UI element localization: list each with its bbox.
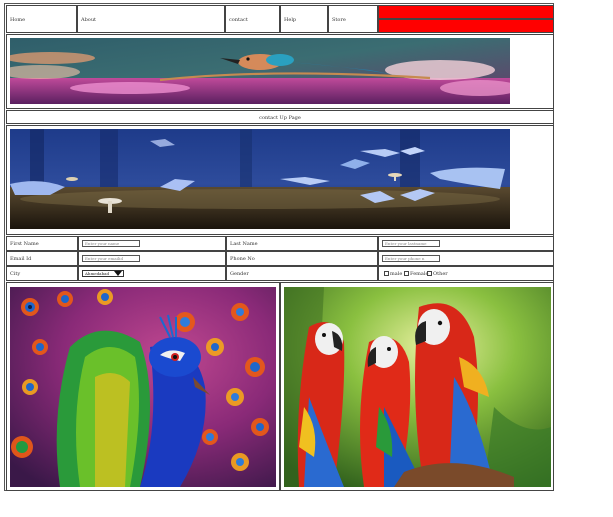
email-label: Email Id — [10, 256, 32, 262]
checkbox-icon[interactable] — [404, 271, 409, 276]
gender-label: Gender — [230, 271, 249, 277]
banner-1 — [6, 34, 554, 109]
email-label-cell: Email Id — [6, 251, 78, 266]
bird-banner-image — [10, 38, 510, 104]
nav-accent-block-top — [378, 5, 554, 19]
phone-label-cell: Phone No — [226, 251, 378, 266]
gender-label-cell: Gender — [226, 266, 378, 281]
last-name-input-cell: Enter your lastname — [378, 236, 554, 251]
last-name-input[interactable]: Enter your lastname — [382, 240, 440, 247]
city-select-cell: Ahmedabad — [78, 266, 226, 281]
email-input[interactable]: Enter your emailid — [82, 255, 140, 262]
page-frame: Home About contact Help Store contact Up… — [4, 3, 554, 491]
nav-item-help[interactable]: Help — [280, 5, 328, 33]
gallery-left-cell — [6, 282, 280, 491]
first-name-input-cell: Enter your name — [78, 236, 226, 251]
gender-option-label: male — [390, 271, 403, 277]
gender-options-cell: male Female Other — [378, 266, 554, 281]
forest-banner-image — [10, 129, 510, 229]
banner-2 — [6, 125, 554, 235]
parrots-image — [284, 287, 551, 487]
nav-label: Home — [10, 17, 26, 23]
city-select[interactable]: Ahmedabad — [82, 270, 124, 277]
phone-label: Phone No — [230, 256, 255, 262]
checkbox-icon[interactable] — [384, 271, 389, 276]
gender-option-female[interactable]: Female — [404, 271, 428, 277]
section-title: contact Up Page — [259, 115, 301, 121]
nav-label: About — [81, 17, 97, 23]
phone-input[interactable]: Enter your phone n — [382, 255, 440, 262]
checkbox-icon[interactable] — [427, 271, 432, 276]
chevron-down-icon — [114, 271, 122, 277]
city-label: City — [10, 271, 21, 277]
gender-option-male[interactable]: male — [384, 271, 402, 277]
first-name-label-cell: First Name — [6, 236, 78, 251]
last-name-label-cell: Last Name — [226, 236, 378, 251]
gender-option-other[interactable]: Other — [427, 271, 448, 277]
first-name-input[interactable]: Enter your name — [82, 240, 140, 247]
email-input-cell: Enter your emailid — [78, 251, 226, 266]
peacock-image — [10, 287, 276, 487]
gender-option-label: Female — [410, 271, 429, 277]
nav-label: Help — [284, 17, 297, 23]
nav-label: contact — [229, 17, 248, 23]
section-title-bar: contact Up Page — [6, 110, 554, 124]
city-label-cell: City — [6, 266, 78, 281]
nav-item-contact[interactable]: contact — [225, 5, 280, 33]
nav-label: Store — [332, 17, 346, 23]
nav-accent-block-bottom — [378, 19, 554, 33]
nav-item-store[interactable]: Store — [328, 5, 378, 33]
city-select-value: Ahmedabad — [85, 271, 110, 276]
gender-option-label: Other — [433, 271, 448, 277]
phone-input-cell: Enter your phone n — [378, 251, 554, 266]
gallery-right-cell — [280, 282, 554, 491]
first-name-label: First Name — [10, 241, 39, 247]
nav-item-home[interactable]: Home — [6, 5, 77, 33]
nav-item-about[interactable]: About — [77, 5, 225, 33]
last-name-label: Last Name — [230, 241, 258, 247]
